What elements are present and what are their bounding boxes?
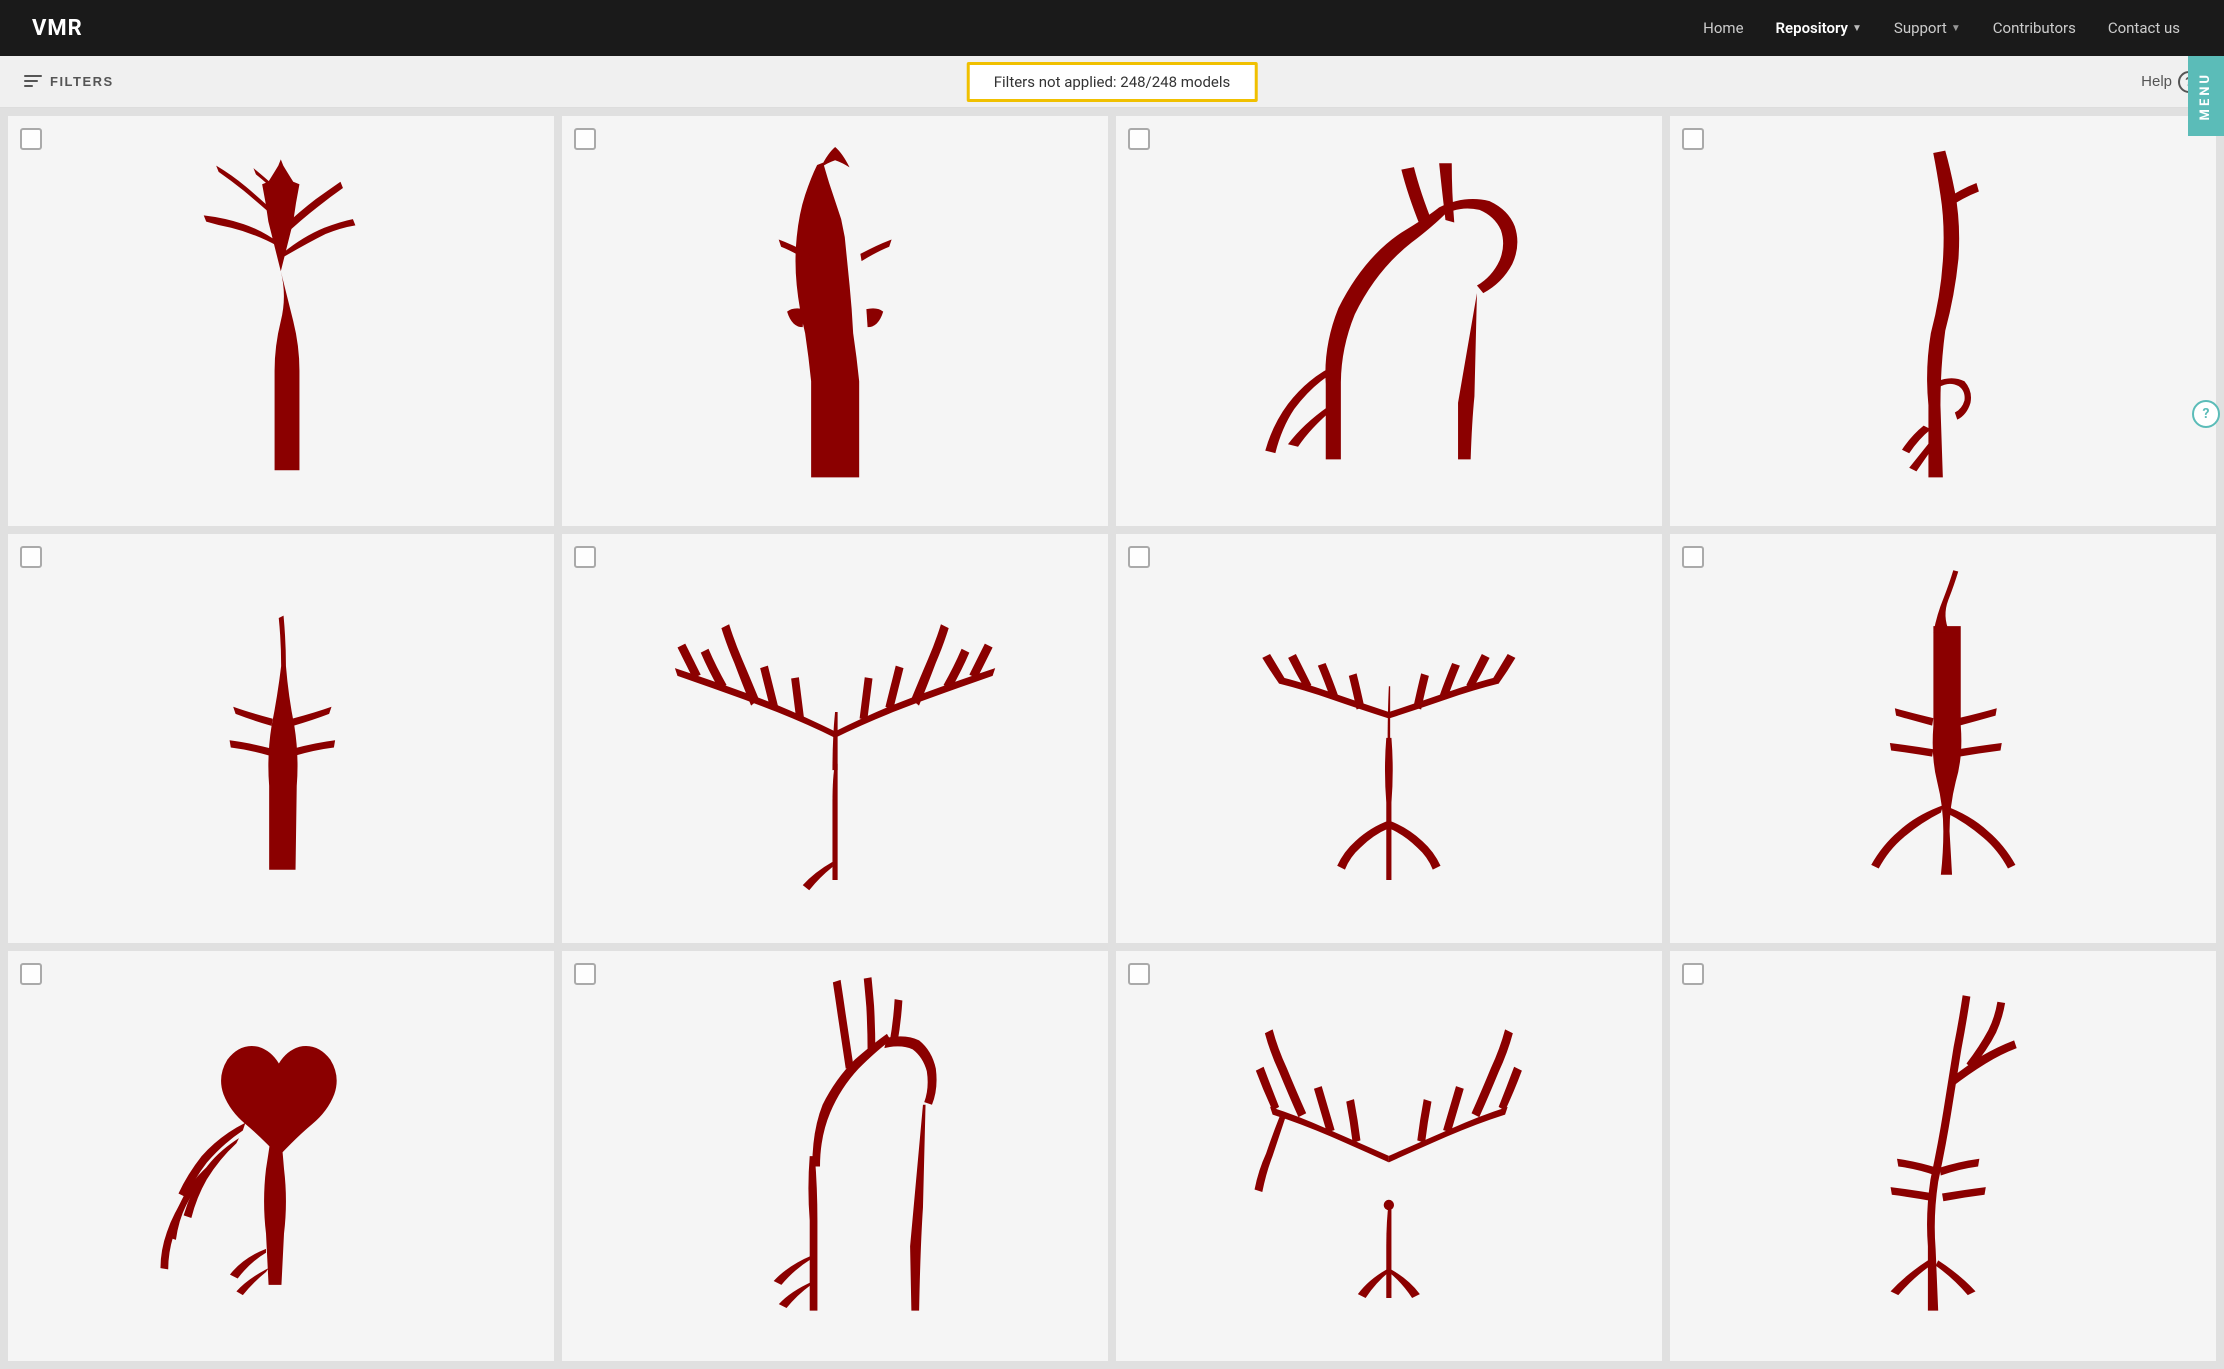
model-image-1 (8, 116, 554, 526)
model-checkbox-9[interactable] (20, 963, 42, 985)
model-image-10 (562, 951, 1108, 1361)
filter-icon (24, 75, 42, 89)
model-checkbox-10[interactable] (574, 963, 596, 985)
model-image-8 (1670, 534, 2216, 944)
model-image-2 (562, 116, 1108, 526)
model-checkbox-4[interactable] (1682, 128, 1704, 150)
filters-button[interactable]: FILTERS (24, 74, 114, 89)
side-help-button[interactable]: ? (2192, 400, 2220, 428)
nav-support[interactable]: Support ▼ (1882, 11, 1973, 45)
model-checkbox-1[interactable] (20, 128, 42, 150)
model-image-3 (1116, 116, 1662, 526)
model-grid (0, 108, 2224, 1369)
model-card-9[interactable] (8, 951, 554, 1361)
model-card-2[interactable] (562, 116, 1108, 526)
app-logo[interactable]: VMR (32, 16, 83, 41)
nav-contact[interactable]: Contact us (2096, 11, 2192, 45)
model-image-6 (562, 534, 1108, 944)
model-card-1[interactable] (8, 116, 554, 526)
model-image-5 (8, 534, 554, 944)
model-image-12 (1670, 951, 2216, 1361)
model-checkbox-3[interactable] (1128, 128, 1150, 150)
nav-repository[interactable]: Repository ▼ (1764, 11, 1874, 45)
filter-bar: FILTERS Filters not applied: 248/248 mod… (0, 56, 2224, 108)
nav-links: Home Repository ▼ Support ▼ Contributors… (1691, 11, 2192, 45)
nav-home[interactable]: Home (1691, 11, 1755, 45)
model-checkbox-5[interactable] (20, 546, 42, 568)
model-image-4 (1670, 116, 2216, 526)
model-card-6[interactable] (562, 534, 1108, 944)
model-checkbox-8[interactable] (1682, 546, 1704, 568)
model-card-12[interactable] (1670, 951, 2216, 1361)
model-card-5[interactable] (8, 534, 554, 944)
model-checkbox-12[interactable] (1682, 963, 1704, 985)
model-checkbox-2[interactable] (574, 128, 596, 150)
side-menu[interactable]: MENU (2188, 56, 2224, 136)
model-card-10[interactable] (562, 951, 1108, 1361)
model-card-8[interactable] (1670, 534, 2216, 944)
nav-contributors[interactable]: Contributors (1981, 11, 2088, 45)
model-card-3[interactable] (1116, 116, 1662, 526)
navbar: VMR Home Repository ▼ Support ▼ Contribu… (0, 0, 2224, 56)
model-checkbox-7[interactable] (1128, 546, 1150, 568)
model-image-7 (1116, 534, 1662, 944)
model-image-11 (1116, 951, 1662, 1361)
side-menu-label[interactable]: MENU (2188, 56, 2223, 136)
model-checkbox-11[interactable] (1128, 963, 1150, 985)
model-card-4[interactable] (1670, 116, 2216, 526)
repository-caret: ▼ (1852, 23, 1862, 34)
filter-status: Filters not applied: 248/248 models (967, 62, 1258, 102)
model-image-9 (8, 951, 554, 1361)
model-card-11[interactable] (1116, 951, 1662, 1361)
model-checkbox-6[interactable] (574, 546, 596, 568)
support-caret: ▼ (1951, 23, 1961, 34)
model-card-7[interactable] (1116, 534, 1662, 944)
